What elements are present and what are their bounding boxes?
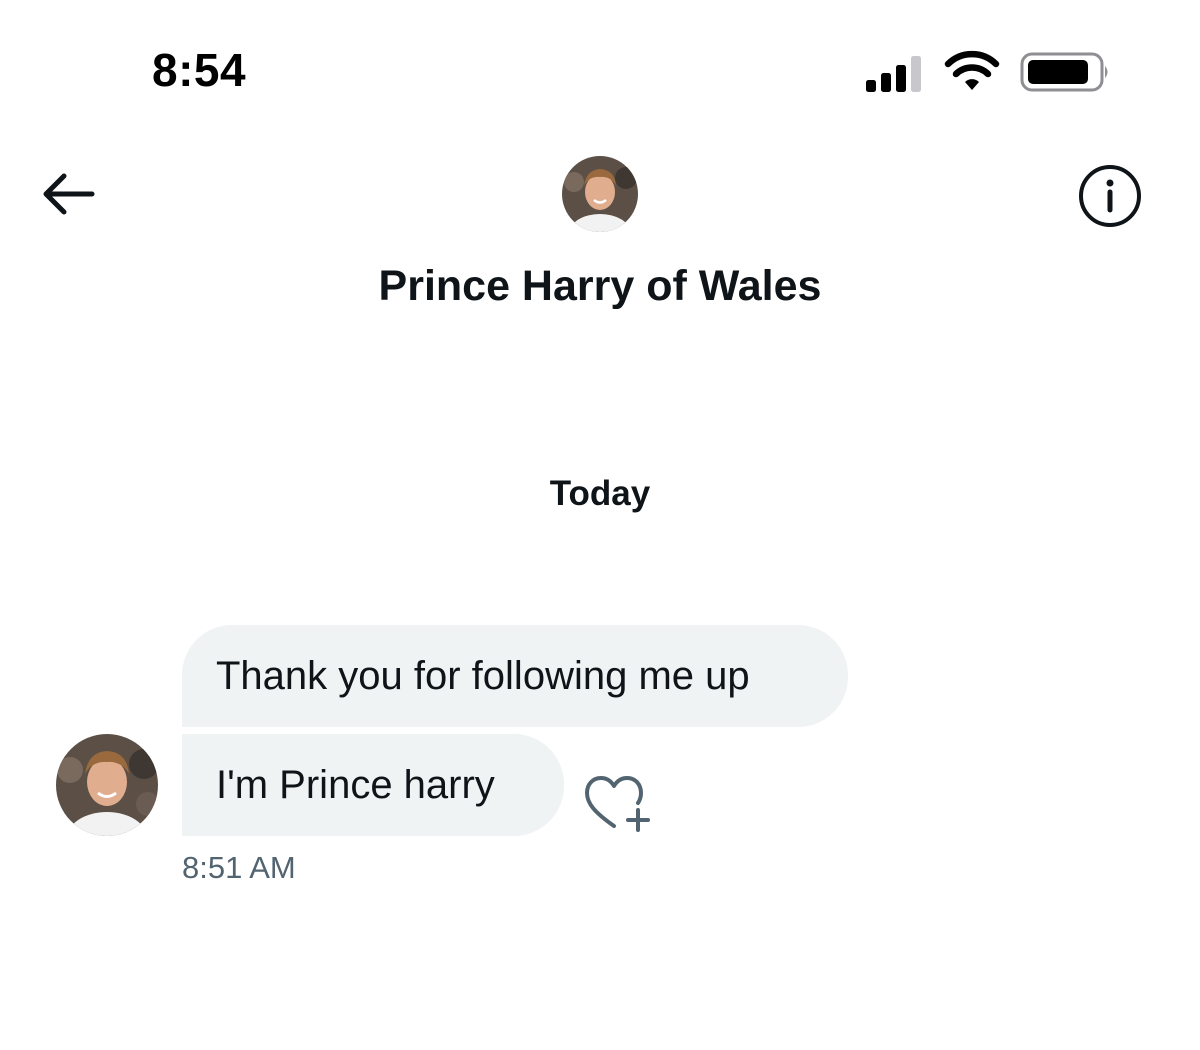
avatar-photo <box>56 734 158 836</box>
message-timestamp: 8:51 AM <box>182 850 296 885</box>
status-icons <box>860 48 1120 96</box>
message-bubble[interactable]: Thank you for following me up <box>182 625 848 727</box>
heart-plus-icon <box>585 776 650 832</box>
add-reaction-button[interactable] <box>582 772 654 834</box>
sender-avatar[interactable] <box>56 734 158 836</box>
message-text: Thank you for following me up <box>216 654 750 698</box>
info-button[interactable] <box>1076 162 1144 230</box>
contact-name[interactable]: Prince Harry of Wales <box>0 258 1200 314</box>
arrow-left-icon <box>43 173 95 215</box>
battery-icon <box>1020 52 1108 92</box>
day-divider: Today <box>549 474 651 513</box>
info-circle-icon <box>1079 165 1141 227</box>
status-time: 8:54 <box>152 44 247 96</box>
message-text: I'm Prince harry <box>216 763 495 807</box>
cellular-signal-icon <box>866 56 921 92</box>
message-bubble[interactable]: I'm Prince harry <box>182 734 564 836</box>
back-button[interactable] <box>36 166 100 222</box>
avatar-photo <box>562 156 638 232</box>
contact-avatar[interactable] <box>562 156 638 232</box>
wifi-icon <box>944 50 1000 90</box>
